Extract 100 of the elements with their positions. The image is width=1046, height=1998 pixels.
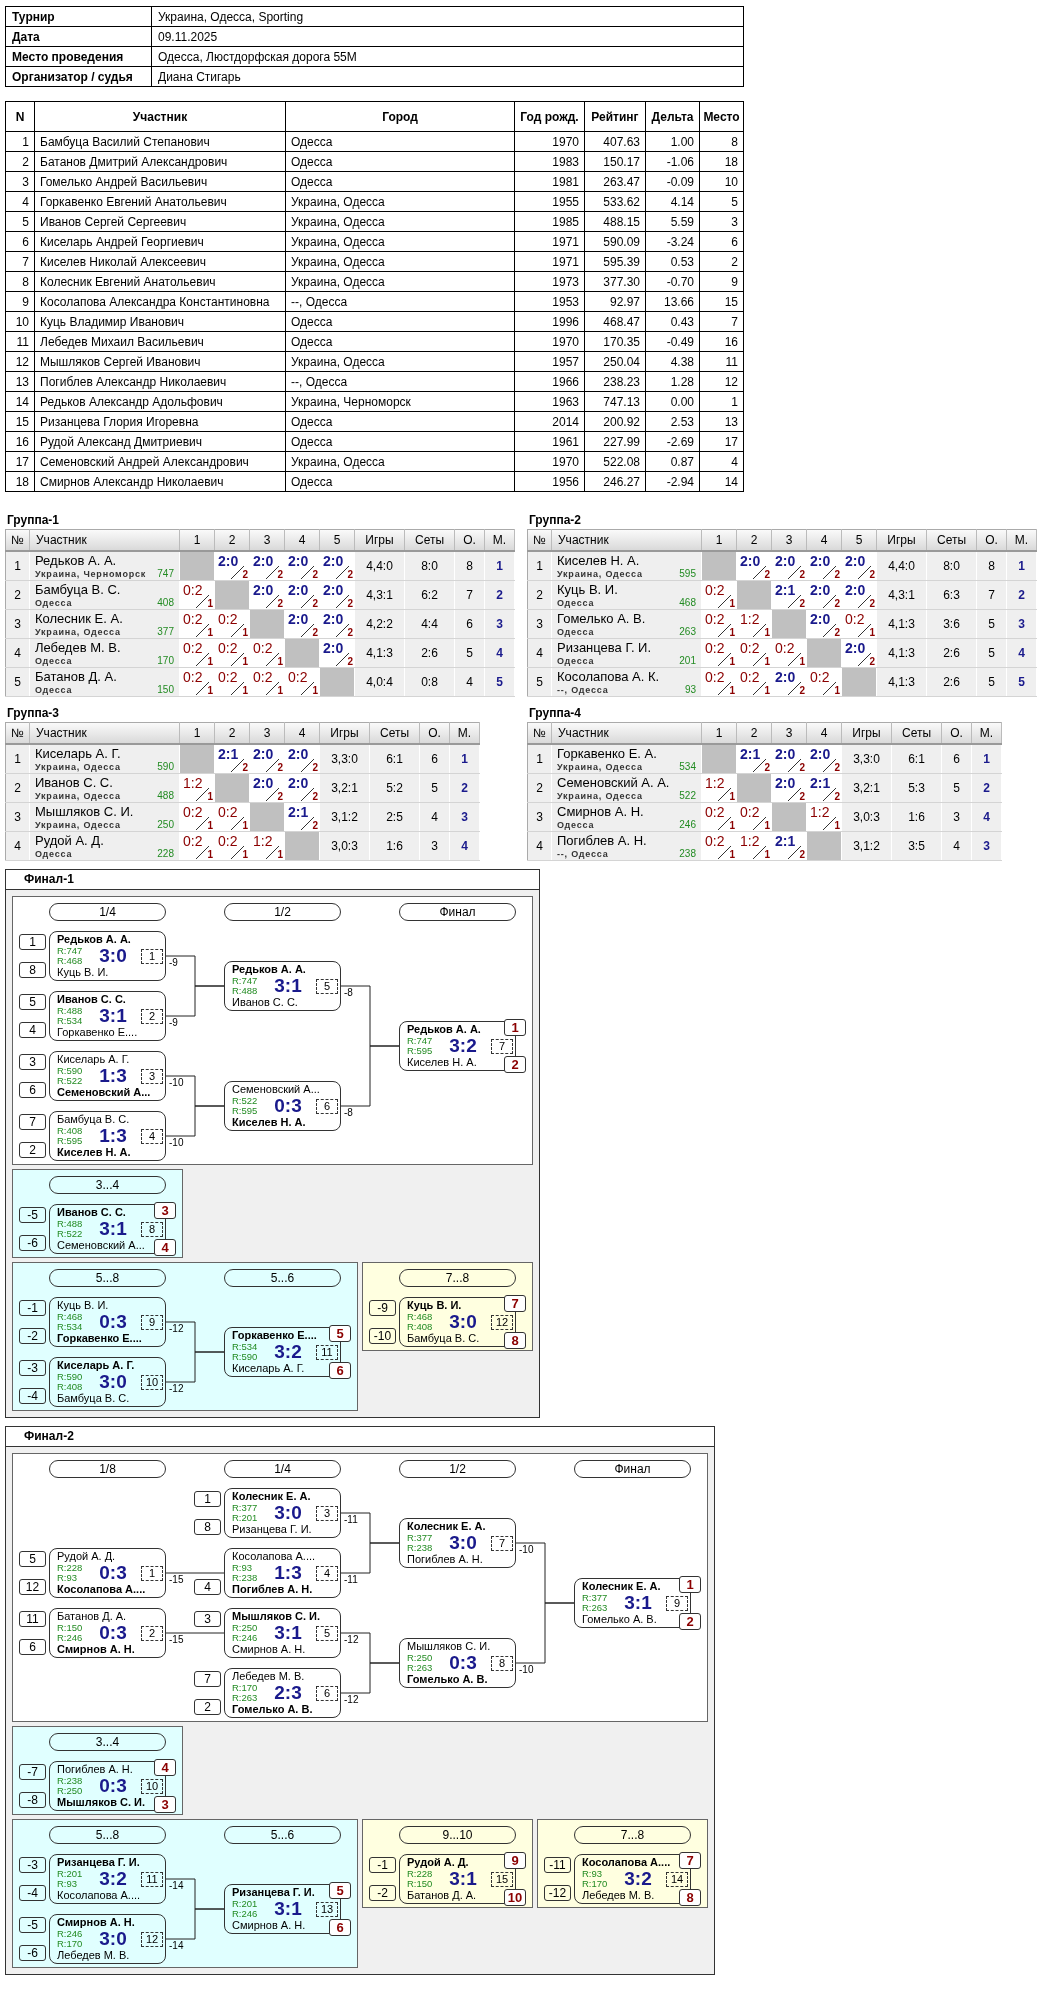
player-name: Киселев Н. А. <box>407 1056 477 1069</box>
player-rating: R:534 <box>57 1016 83 1026</box>
table-cell: Погиблев Александр Николаевич <box>34 371 286 392</box>
table-cell: 1973 <box>514 271 585 292</box>
player-name: Погиблев А. Н. <box>407 1553 483 1566</box>
match-score: 3:2 <box>624 1869 652 1889</box>
table-cell: 1983 <box>514 151 585 172</box>
table-cell: 8:0 <box>926 551 977 581</box>
table-cell: Мышляков Сергей Иванович <box>34 351 286 372</box>
slash-icon <box>823 595 836 608</box>
place-badge: 7 <box>679 1852 701 1869</box>
table-cell: 4 <box>5 831 30 861</box>
player-city: Одесса <box>557 597 595 609</box>
table-cell: 4,3:1 <box>354 580 405 610</box>
table-cell: 2 <box>527 773 552 803</box>
player-name: Смирнов А. Н. <box>57 1916 135 1929</box>
slash-icon <box>196 624 209 637</box>
table-cell: 6:3 <box>926 580 977 610</box>
player-rating: R:534 <box>57 1322 83 1332</box>
table-cell: Бамбуца Василий Степанович <box>34 131 286 152</box>
seed-label: -9 <box>369 1300 396 1316</box>
place-cell: 1 <box>484 551 515 581</box>
player-city: Одесса <box>35 848 73 860</box>
table-cell: 246.27 <box>584 471 646 492</box>
player-city: Украина, Одесса <box>557 789 643 802</box>
player-name: Куць В. И. <box>57 966 109 979</box>
player-rating: R:170 <box>232 1683 258 1693</box>
loser-label: -14 <box>169 1940 184 1951</box>
table-cell: 377.30 <box>584 271 646 292</box>
slash-icon <box>823 788 836 801</box>
points-text: 2 <box>764 569 770 580</box>
match-score: 0:3 <box>99 1312 127 1332</box>
player-name: Лебедев М. В. <box>582 1889 655 1902</box>
table-cell: 0:8 <box>404 667 455 697</box>
score-text: 2:0 <box>845 554 866 569</box>
slash-icon <box>753 759 766 772</box>
table-cell: 2:5 <box>369 802 420 832</box>
match-score: 3:2 <box>99 1869 127 1889</box>
match-number: 8 <box>141 1221 163 1237</box>
player-city: Украина, Одесса <box>557 567 643 580</box>
points-text: 2 <box>312 627 318 638</box>
player-name: Косолапова А.... <box>57 1583 146 1596</box>
score-text: 0:2 <box>705 805 725 820</box>
points-text: 2 <box>312 569 318 580</box>
player-rating: R:590 <box>57 1066 83 1076</box>
table-cell: Украина, Одесса <box>285 191 515 212</box>
score-text: 0:2 <box>253 670 273 685</box>
player-rating: R:468 <box>57 956 83 966</box>
seed-label: 8 <box>194 1519 221 1535</box>
points-text: 2 <box>799 762 805 773</box>
match-number: 11 <box>141 1871 163 1887</box>
score-text: 1:2 <box>183 776 203 791</box>
slash-icon <box>301 624 314 637</box>
score-text: 2:0 <box>810 554 831 569</box>
table-cell: 3:6 <box>926 609 977 639</box>
table-cell: 533.62 <box>584 191 646 212</box>
table-cell: 4,1:3 <box>876 667 927 697</box>
place-badge: 4 <box>154 1759 176 1776</box>
match-number: 9 <box>141 1314 163 1330</box>
seed-label: -5 <box>19 1207 46 1223</box>
score-text: 2:0 <box>740 554 761 569</box>
place-badge: 5 <box>329 1325 351 1342</box>
table-cell: 150.17 <box>584 151 646 172</box>
table-cell: 3 <box>527 609 552 639</box>
points-text: 2 <box>347 569 353 580</box>
slash-icon <box>336 624 349 637</box>
table-cell: 4:4 <box>404 609 455 639</box>
player-name: Киселев Н. А. <box>57 1146 131 1159</box>
score-text: 0:2 <box>183 805 203 820</box>
points-text: 2 <box>869 598 875 609</box>
table-cell: 1961 <box>514 431 585 452</box>
slash-icon <box>718 682 731 695</box>
slash-icon <box>196 682 209 695</box>
player-rating: R:522 <box>57 1076 83 1086</box>
connector-line <box>515 1602 575 1664</box>
section-title: Финал-1 <box>6 870 539 890</box>
match-score: 3:1 <box>99 1006 127 1026</box>
slash-icon <box>823 624 836 637</box>
slash-icon <box>196 788 209 801</box>
place-badge: 3 <box>154 1796 176 1813</box>
table-cell: 4 <box>419 802 450 832</box>
table-cell: Батанов Дмитрий Александрович <box>34 151 286 172</box>
player-name: Ризанцева Г. И. <box>232 1523 312 1536</box>
table-cell: 5 <box>941 773 972 803</box>
table-cell: 3 <box>699 211 744 232</box>
points-text: 2 <box>869 656 875 667</box>
place-badge: 2 <box>679 1613 701 1630</box>
player-rating: R:201 <box>232 1899 258 1909</box>
points-text: 2 <box>834 791 840 802</box>
match-score: 3:1 <box>99 1219 127 1239</box>
match-number: 3 <box>141 1068 163 1084</box>
table-cell: 4,4:0 <box>876 551 927 581</box>
slash-icon <box>231 759 244 772</box>
slash-icon <box>753 682 766 695</box>
group-title: Группа-4 <box>528 705 583 722</box>
place-badge: 6 <box>329 1362 351 1379</box>
score-text: 2:1 <box>740 747 761 762</box>
field-label: Организатор / судья <box>5 66 152 87</box>
player-name: Косолапова А.... <box>232 1550 316 1563</box>
score-text: 0:2 <box>288 670 308 685</box>
